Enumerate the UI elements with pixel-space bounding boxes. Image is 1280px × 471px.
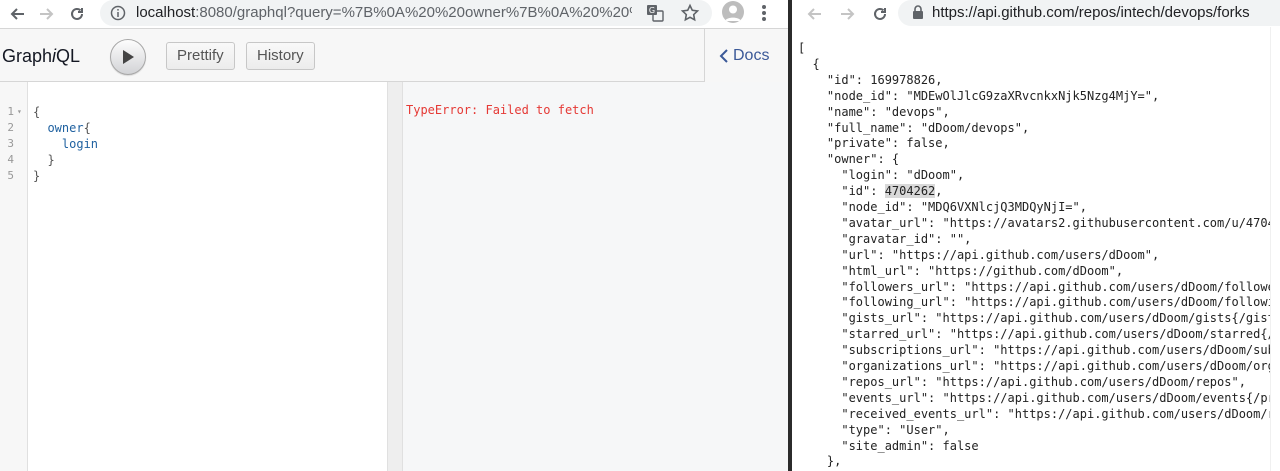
docs-panel-toggle: Docs — [704, 29, 788, 82]
back-button[interactable] — [5, 0, 31, 28]
json-line: "full_name": "dDoom/devops", — [798, 120, 1030, 135]
browser-toolbar: localhost:8080/graphql?query=%7B%0A%20%2… — [0, 0, 788, 29]
json-line: "id": 169978826, — [798, 72, 943, 87]
address-bar[interactable]: localhost:8080/graphql?query=%7B%0A%20%2… — [100, 0, 712, 26]
result-pane: TypeError: Failed to fetch — [403, 82, 788, 471]
json-line: [ — [798, 41, 806, 55]
json-line: "gravatar_id": "", — [798, 231, 972, 246]
reload-button[interactable] — [867, 0, 893, 28]
line-number: 1 — [7, 105, 14, 118]
docs-label: Docs — [733, 47, 770, 64]
more-vert-icon[interactable] — [754, 2, 774, 24]
json-line: "received_events_url": "https://api.gith… — [841, 406, 1280, 421]
json-line: "owner": { — [798, 152, 900, 167]
json-line: "subscriptions_url": "https://api.github… — [841, 343, 1280, 358]
bookmark-star-icon[interactable] — [680, 3, 700, 23]
json-line: "avatar_url": "https://avatars2.githubus… — [841, 215, 1280, 230]
execute-query-button[interactable] — [110, 39, 146, 75]
translate-icon[interactable]: G — [646, 4, 664, 22]
chevron-left-icon — [719, 49, 728, 63]
title-part-ql: QL — [56, 46, 81, 66]
query-line-text: owner{ — [47, 121, 91, 135]
json-line: { — [798, 56, 820, 71]
profile-avatar[interactable] — [722, 1, 744, 23]
json-line: "repos_url": "https://api.github.com/use… — [798, 374, 1246, 389]
forward-arrow-icon — [40, 8, 54, 20]
line-number: 2 — [7, 121, 14, 134]
docs-button[interactable]: Docs — [719, 47, 769, 65]
json-line: "organizations_url": "https://api.github… — [798, 359, 1280, 373]
fold-toggle-icon[interactable]: ▾ — [17, 104, 22, 120]
back-button[interactable] — [802, 0, 828, 28]
url-path: :8080/graphql?query=%7B%0A%20%20owner%7B… — [195, 4, 632, 21]
history-button[interactable]: History — [246, 42, 315, 70]
json-line: "following_url": "https://api.github.com… — [841, 295, 1280, 310]
address-url[interactable]: https://api.github.com/repos/intech/devo… — [932, 4, 1250, 21]
query-line-text: } — [33, 153, 55, 167]
reload-button[interactable] — [64, 0, 90, 28]
json-line: "id": 4704262, — [798, 184, 943, 199]
json-line: "starred_url": "https://api.github.com/u… — [841, 327, 1280, 342]
query-line-text: { — [33, 105, 41, 119]
json-line: "html_url": "https://github.com/dDoom", — [798, 263, 1124, 278]
line-number: 5 — [7, 169, 14, 182]
selected-text-highlight: 4704262 — [884, 184, 936, 199]
json-line: "private": false, — [798, 136, 950, 151]
json-line: "type": "User", — [798, 422, 950, 437]
person-icon — [725, 5, 741, 21]
back-arrow-icon — [10, 8, 24, 20]
lock-icon[interactable] — [912, 5, 924, 20]
line-number: 4 — [7, 153, 14, 166]
title-part-graph: Graph — [2, 46, 53, 66]
editor-result-divider[interactable] — [388, 82, 403, 471]
reload-icon — [71, 7, 83, 20]
json-line: "site_admin": false — [798, 438, 979, 453]
browser-toolbar: https://api.github.com/repos/intech/devo… — [792, 0, 1280, 27]
info-icon[interactable] — [110, 5, 126, 21]
svg-text:G: G — [649, 6, 655, 15]
back-arrow-icon — [807, 8, 821, 20]
json-line: "node_id": "MDEwOlJlcG9zaXRvcnkxNjk5Nzg4… — [798, 88, 1160, 103]
error-message: TypeError: Failed to fetch — [406, 103, 594, 117]
json-line: "node_id": "MDQ6VXNlcjQ3MDQyNjI=", — [798, 200, 1087, 214]
json-line: "events_url": "https://api.github.com/us… — [798, 390, 1280, 405]
query-line-text: } — [33, 169, 41, 183]
forward-arrow-icon — [841, 8, 855, 20]
github-api-browser-window: https://api.github.com/repos/intech/devo… — [792, 0, 1280, 471]
json-line: "login": "dDoom", — [798, 168, 965, 183]
json-line: "followers_url": "https://api.github.com… — [798, 279, 1280, 294]
query-line-text: login — [61, 137, 99, 151]
play-icon — [123, 50, 134, 64]
prettify-button[interactable]: Prettify — [166, 42, 235, 70]
address-url[interactable]: localhost:8080/graphql?query=%7B%0A%20%2… — [136, 4, 632, 21]
json-line: "gists_url": "https://api.github.com/use… — [798, 311, 1280, 326]
graphiql-title: GraphiQL — [2, 46, 80, 67]
scrollbar[interactable] — [1270, 27, 1280, 471]
graphiql-browser-window: localhost:8080/graphql?query=%7B%0A%20%2… — [0, 0, 788, 471]
reload-icon — [874, 7, 886, 20]
address-bar[interactable]: https://api.github.com/repos/intech/devo… — [898, 0, 1280, 26]
forward-button[interactable] — [33, 0, 59, 28]
line-number: 3 — [7, 137, 14, 150]
forward-button[interactable] — [834, 0, 860, 28]
graphiql-toolbar: GraphiQL Prettify History Docs — [0, 29, 788, 82]
url-host: localhost — [136, 4, 196, 21]
json-line: "name": "devops", — [798, 104, 950, 119]
json-line: "url": "https://api.github.com/users/dDo… — [798, 247, 1160, 262]
query-editor[interactable]: 1 ▾ {2 owner{ 3 login 4 } 5} — [0, 82, 388, 471]
json-line: }, — [798, 454, 842, 469]
